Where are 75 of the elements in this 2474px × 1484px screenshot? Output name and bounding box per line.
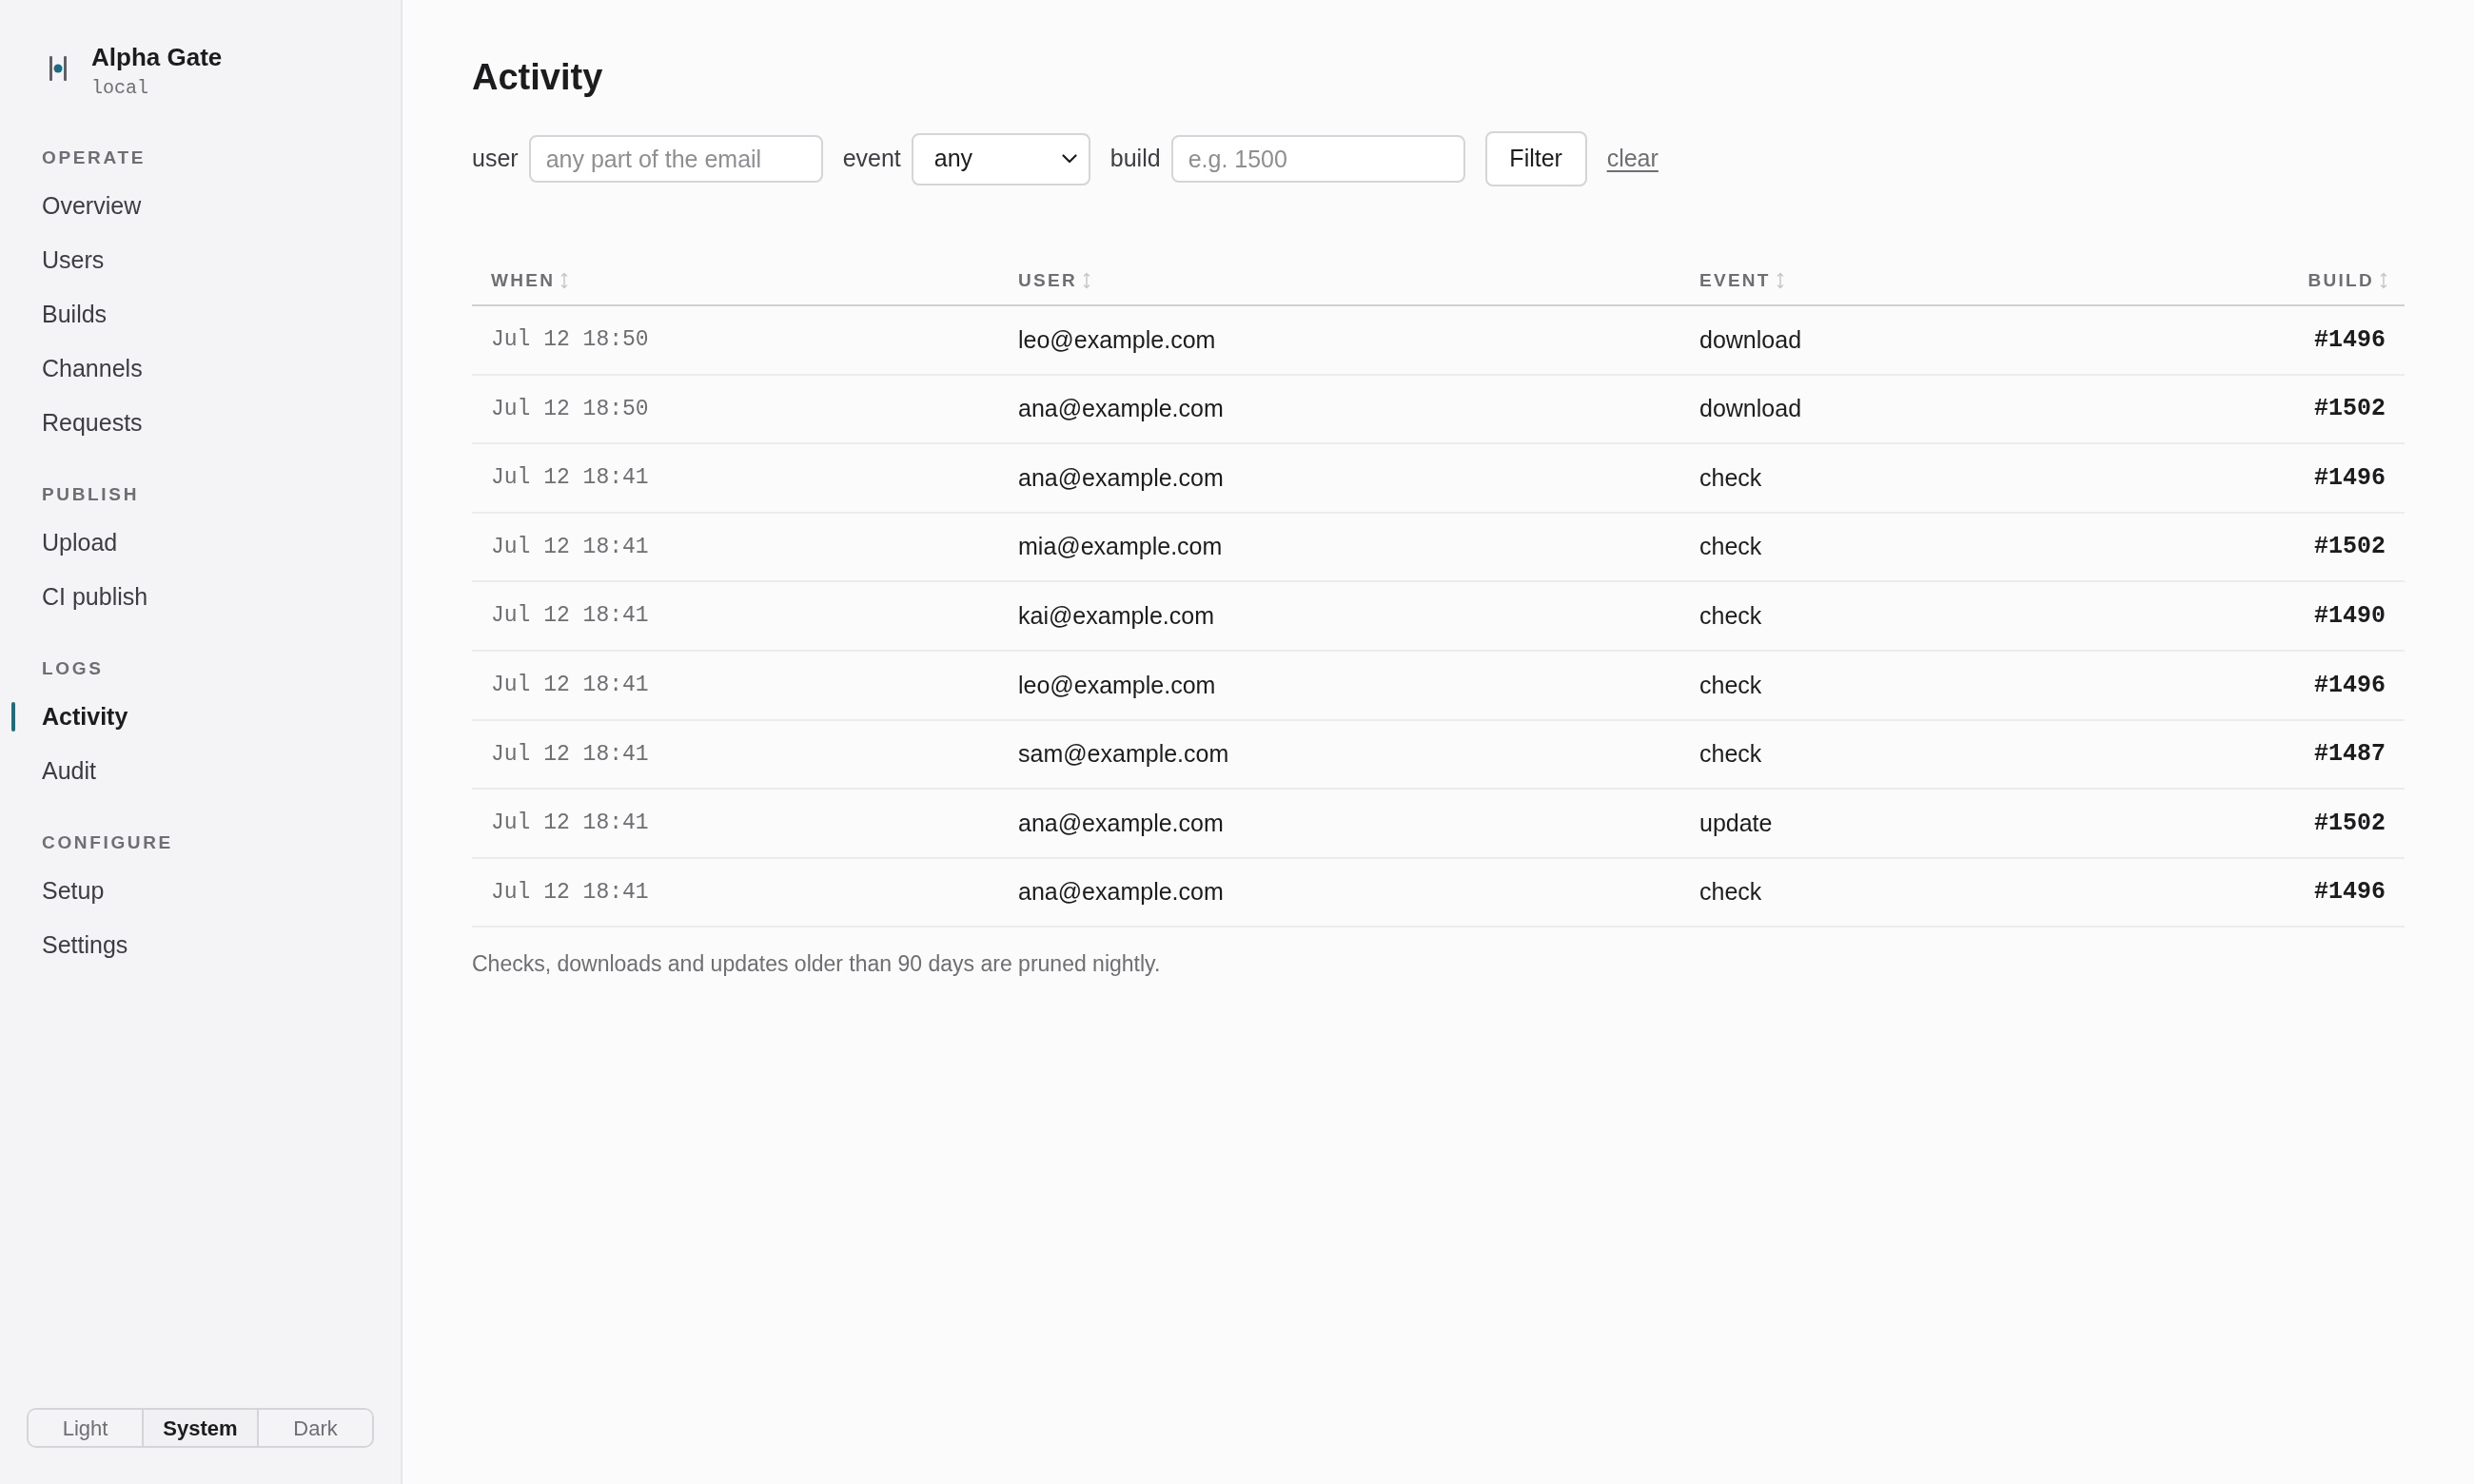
table-cell-text: #1502 <box>2313 394 2386 425</box>
section-heading: LOGS <box>41 656 105 680</box>
table-cell-text: #1490 <box>2313 600 2386 632</box>
user-filter-field[interactable]: any part of the email <box>528 135 823 183</box>
table-cell-text: Jul 12 18:41 <box>490 602 650 631</box>
build-filter-field[interactable]: e.g. 1500 <box>1170 135 1465 183</box>
table-cell-text: #1496 <box>2313 324 2386 356</box>
table-cell-text: Jul 12 18:41 <box>490 878 650 907</box>
table-cell-text: sam@example.com <box>1017 739 1230 770</box>
table-cell-text: #1502 <box>2313 532 2386 563</box>
table-cell-text: check <box>1698 877 1763 908</box>
nav-item[interactable]: Requests <box>11 396 150 450</box>
column-header[interactable]: USER <box>1018 266 1077 295</box>
table-cell-text: mia@example.com <box>1017 532 1224 562</box>
table-cell-text: Jul 12 18:41 <box>490 464 650 493</box>
table-cell-text: Jul 12 18:41 <box>490 533 650 561</box>
table-cell-text: #1496 <box>2313 670 2386 701</box>
column-header[interactable]: WHEN <box>491 266 556 295</box>
table-cell-text: Jul 12 18:50 <box>490 326 650 355</box>
table-cell-text: ana@example.com <box>1017 394 1225 424</box>
column-header[interactable]: EVENT <box>1699 266 1771 295</box>
nav-item[interactable]: Overview <box>11 179 149 233</box>
section-heading: CONFIGURE <box>41 830 174 854</box>
nav-item[interactable]: CI publish <box>11 570 156 624</box>
section-heading: OPERATE <box>41 146 147 169</box>
sort-icon[interactable] <box>1776 272 1784 289</box>
logo-icon <box>49 56 67 81</box>
table-cell-text: Jul 12 18:50 <box>490 395 650 423</box>
sort-icon[interactable] <box>2380 272 2387 289</box>
table-cell-text: leo@example.com <box>1017 670 1217 700</box>
table-cell-text: ana@example.com <box>1017 808 1225 838</box>
table-cell-text: check <box>1698 739 1763 770</box>
table-cell-text: kai@example.com <box>1017 600 1215 631</box>
table-cell-text: download <box>1698 324 1803 355</box>
filter-button[interactable]: Filter <box>1484 131 1587 186</box>
nav-item[interactable]: Channels <box>11 342 150 396</box>
sort-icon[interactable] <box>560 272 569 289</box>
table-cell-text: check <box>1698 670 1763 700</box>
environment-label: local <box>91 76 149 101</box>
nav-item[interactable]: Builds <box>11 287 115 342</box>
nav-item[interactable]: Users <box>11 233 112 287</box>
theme-option[interactable]: Dark <box>257 1410 372 1446</box>
table-cell-text: ana@example.com <box>1017 877 1225 908</box>
table-cell-text: Jul 12 18:41 <box>490 740 650 769</box>
nav-item[interactable]: Settings <box>11 918 136 972</box>
filter-label: user <box>472 144 519 174</box>
table-cell-text: Jul 12 18:41 <box>490 810 650 838</box>
table-cell-text: leo@example.com <box>1017 324 1217 355</box>
table-cell-text: check <box>1698 462 1763 493</box>
column-header[interactable]: BUILD <box>2307 266 2374 295</box>
table-cell-text: check <box>1698 600 1763 631</box>
nav-item[interactable]: Setup <box>11 864 112 918</box>
retention-note: Checks, downloads and updates older than 90 days are pruned nightly. <box>472 950 1162 979</box>
table-cell-text: Jul 12 18:41 <box>490 672 650 699</box>
clear-link[interactable]: clear <box>1606 141 1659 177</box>
table-cell-text: update <box>1698 808 1774 838</box>
filter-label: event <box>842 144 901 174</box>
table-cell-text: ana@example.com <box>1017 462 1225 493</box>
filter-label: build <box>1109 144 1161 174</box>
event-select[interactable]: any <box>911 132 1090 186</box>
chevron-down-icon <box>1061 154 1077 164</box>
table-cell-text: #1496 <box>2313 877 2386 908</box>
nav-item[interactable]: Upload <box>11 516 126 570</box>
sort-icon[interactable] <box>1082 272 1090 289</box>
page-title: Activity <box>472 56 604 99</box>
section-heading: PUBLISH <box>41 482 140 506</box>
table-cell-text: #1502 <box>2313 808 2386 839</box>
nav-item[interactable]: Audit <box>11 744 104 798</box>
table-cell-text: #1496 <box>2313 462 2386 494</box>
table-cell-text: #1487 <box>2313 739 2386 771</box>
table-cell-text: download <box>1698 394 1803 424</box>
active-indicator-icon <box>11 702 15 732</box>
nav-item[interactable]: Activity <box>11 690 136 744</box>
brand-name: Alpha Gate <box>91 42 223 72</box>
table-cell-text: check <box>1698 532 1763 562</box>
